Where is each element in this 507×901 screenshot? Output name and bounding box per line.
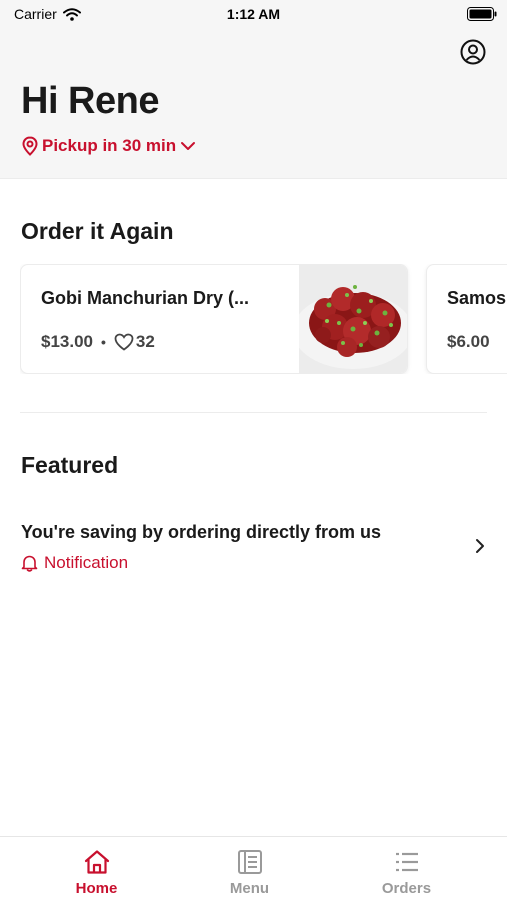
food-image [299,265,407,373]
item-price: $6.00 [447,332,490,351]
tab-menu[interactable]: Menu [165,837,334,901]
promo-text: You're saving by ordering directly from … [21,522,382,542]
menu-book-icon [237,850,262,874]
like-count-value: 32 [135,332,155,351]
item-name: Gobi Manchurian Dry (... [41,288,250,308]
featured-title: Featured [21,452,119,478]
section-divider [20,412,487,413]
bell-icon [21,555,38,572]
profile-icon[interactable] [460,39,486,65]
tab-bar: Home Menu Orders [0,836,507,901]
chevron-down-icon [181,142,196,150]
tab-orders[interactable]: Orders [322,837,491,901]
location-pin-icon [22,136,38,156]
tab-orders-label: Orders [381,880,432,897]
list-icon [395,852,418,872]
like-count[interactable]: 32 [114,332,155,352]
status-bar: Carrier 1:12 AM [0,0,507,28]
order-again-title: Order it Again [21,218,174,244]
pickup-time-selector[interactable]: Pickup in 30 min [22,136,196,156]
header-area: Carrier 1:12 AM Hi Rene Pickup in 30 min [0,0,507,179]
featured-promo-item[interactable]: You're saving by ordering directly from … [21,522,487,582]
tab-home-label: Home [75,880,118,897]
chevron-right-icon [476,539,484,553]
order-again-card[interactable]: Gobi Manchurian Dry (... $13.00 • 32 [20,264,408,374]
heart-icon [114,333,134,351]
clock: 1:12 AM [226,6,281,22]
item-meta: $13.00 • 32 [41,332,155,352]
promo-subtitle-label: Notification [44,553,129,572]
order-again-carousel[interactable]: Gobi Manchurian Dry (... $13.00 • 32 Sam… [20,264,507,374]
pickup-label: Pickup in 30 min [42,136,177,155]
item-price: $13.00 [41,332,93,351]
order-again-card[interactable]: Samos $6.00 [426,264,507,374]
tab-home[interactable]: Home [12,837,181,901]
item-meta: $6.00 [447,332,490,352]
home-icon [84,850,109,874]
promo-subtitle: Notification [21,553,128,573]
page-title: Hi Rene [21,80,159,122]
battery-icon [467,7,497,21]
item-name: Samos [447,288,507,308]
tab-menu-label: Menu [229,880,270,897]
meta-separator: • [101,334,106,350]
